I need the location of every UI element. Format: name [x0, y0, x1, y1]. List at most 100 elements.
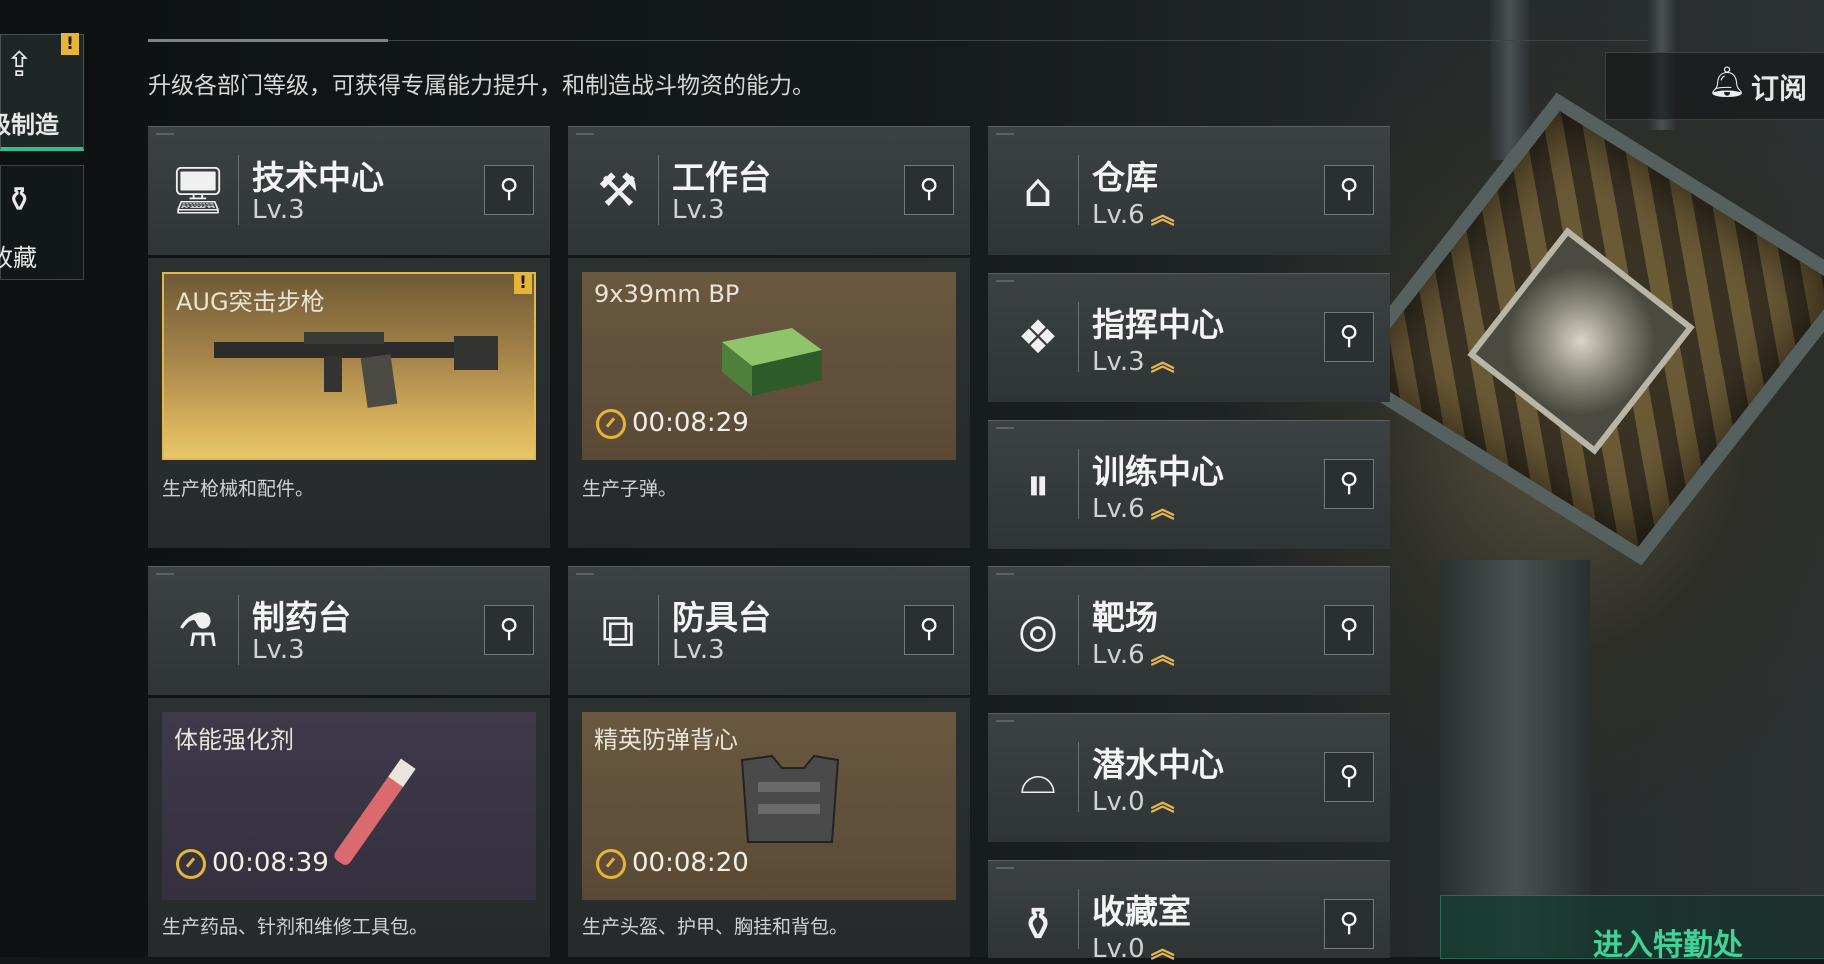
search-icon: ⚲: [499, 614, 519, 644]
sidebar-tab-upgrade-craft[interactable]: ⇪ 级制造 !: [0, 33, 84, 151]
dept-card-diving-center[interactable]: ⌓ 潜水中心 Lv.0 ︽ ⚲: [988, 713, 1390, 842]
search-button[interactable]: ⚲: [1324, 165, 1374, 215]
alert-badge: !: [61, 33, 79, 55]
dept-card-tech-center[interactable]: 🖥︎ 技术中心 Lv.3 ⚲: [148, 126, 550, 255]
production-item-card[interactable]: 精英防弹背心 00:08:20: [582, 712, 956, 900]
diving-mask-icon: ⌓: [1019, 750, 1057, 804]
timer-icon: [596, 848, 626, 879]
dept-level: Lv.6: [1092, 494, 1145, 524]
dept-card-armor-bench[interactable]: ⧉ 防具台 Lv.3 ⚲: [568, 566, 970, 695]
upgrade-available-icon: ︽: [1150, 788, 1175, 816]
search-button[interactable]: ⚲: [904, 165, 954, 215]
dept-name: 潜水中心: [1092, 745, 1224, 784]
production-item-card[interactable]: 9x39mm BP 00:08:29: [582, 272, 956, 460]
dept-name: 技术中心: [252, 158, 384, 197]
search-icon: ⚲: [1339, 614, 1359, 644]
upgrade-available-icon: ︽: [1150, 935, 1175, 963]
search-button[interactable]: ⚲: [1324, 312, 1374, 362]
upgrade-available-icon: ︽: [1150, 641, 1175, 669]
dept-level-row: Lv.6 ︽: [1092, 489, 1175, 524]
search-button[interactable]: ⚲: [1324, 752, 1374, 802]
warehouse-icon: ⌂: [1023, 163, 1053, 217]
search-icon: ⚲: [499, 174, 519, 204]
dept-level: Lv.3: [252, 635, 305, 665]
search-button[interactable]: ⚲: [484, 605, 534, 655]
page-description: 升级各部门等级，可获得专属能力提升，和制造战斗物资的能力。: [148, 73, 815, 99]
dept-level: Lv.6: [1092, 200, 1145, 230]
microscope-icon: ⚗︎: [177, 603, 219, 657]
search-icon: ⚲: [1339, 908, 1359, 938]
dept-card-workbench[interactable]: ⚒︎ 工作台 Lv.3 ⚲: [568, 126, 970, 255]
rifle-image: [214, 332, 498, 408]
header-divider-accent: [148, 39, 388, 42]
timer-icon: [596, 408, 626, 439]
sidebar-tab-collection[interactable]: ⚱ 收藏: [0, 165, 84, 280]
search-button[interactable]: ⚲: [1324, 899, 1374, 949]
enter-special-ops-label: 进入特勤处: [1593, 928, 1743, 963]
timer-icon: [176, 848, 206, 879]
hammer-wrench-icon: ⚒︎: [597, 163, 639, 217]
upgrade-available-icon: ︽: [1150, 348, 1175, 376]
production-description: 生产头盔、护甲、胸挂和背包。: [582, 916, 849, 938]
dept-level: Lv.0: [1092, 787, 1145, 817]
subscribe-label: 订阅: [1751, 72, 1808, 105]
dept-level: Lv.3: [672, 195, 725, 225]
search-icon: ⚲: [919, 174, 939, 204]
production-timer: 00:08:20: [596, 848, 749, 879]
search-icon: ⚲: [1339, 321, 1359, 351]
sidebar-tab-label: 级制造: [0, 111, 59, 139]
enter-special-ops-button[interactable]: 进入特勤处: [1440, 895, 1824, 963]
dept-name: 训练中心: [1092, 452, 1224, 491]
production-timer: 00:08:39: [176, 848, 329, 879]
production-description: 生产枪械和配件。: [162, 478, 315, 500]
dept-level-row: Lv.3 ︽: [1092, 342, 1175, 377]
production-description: 生产药品、针剂和维修工具包。: [162, 916, 429, 938]
search-button[interactable]: ⚲: [904, 605, 954, 655]
sidebar-tab-label: 收藏: [0, 244, 37, 272]
dumbbell-icon: ⏸︎: [1026, 457, 1050, 511]
dept-level: Lv.3: [252, 195, 305, 225]
production-item-card[interactable]: 体能强化剂 00:08:39: [162, 712, 536, 900]
collection-icon: ⚱: [5, 180, 34, 220]
production-item-card[interactable]: AUG突击步枪 !: [162, 272, 536, 460]
dept-name: 工作台: [672, 158, 771, 197]
target-icon: ◎: [1017, 603, 1059, 657]
alert-badge: !: [514, 274, 532, 294]
production-panel-armor-bench[interactable]: 精英防弹背心 00:08:20 生产头盔、护甲、胸挂和背包。: [568, 698, 970, 957]
search-icon: ⚲: [1339, 761, 1359, 791]
subscribe-button[interactable]: 🔔︎ 订阅: [1605, 52, 1824, 120]
search-button[interactable]: ⚲: [1324, 459, 1374, 509]
dept-card-command-center[interactable]: ❖ 指挥中心 Lv.3 ︽ ⚲: [988, 273, 1390, 402]
production-panel-pharmacy[interactable]: 体能强化剂 00:08:39 生产药品、针剂和维修工具包。: [148, 698, 550, 957]
search-button[interactable]: ⚲: [484, 165, 534, 215]
dept-name: 防具台: [672, 598, 771, 637]
dept-card-collection-room[interactable]: ⚱ 收藏室 Lv.0 ︽ ⚲: [988, 860, 1390, 964]
dept-card-shooting-range[interactable]: ◎ 靶场 Lv.6 ︽ ⚲: [988, 566, 1390, 695]
dept-name: 制药台: [252, 598, 351, 637]
dept-level: Lv.3: [672, 635, 725, 665]
search-button[interactable]: ⚲: [1324, 605, 1374, 655]
search-icon: ⚲: [1339, 468, 1359, 498]
production-description: 生产子弹。: [582, 478, 678, 500]
dept-card-training-center[interactable]: ⏸︎ 训练中心 Lv.6 ︽ ⚲: [988, 420, 1390, 549]
dept-card-pharmacy[interactable]: ⚗︎ 制药台 Lv.3 ⚲: [148, 566, 550, 695]
dept-level-row: Lv.0 ︽: [1092, 782, 1175, 817]
timer-text: 00:08:29: [632, 408, 749, 438]
command-icon: ❖: [1017, 310, 1059, 364]
dept-name: 靶场: [1092, 598, 1158, 637]
search-icon: ⚲: [919, 614, 939, 644]
search-icon: ⚲: [1339, 174, 1359, 204]
dept-card-warehouse[interactable]: ⌂ 仓库 Lv.6 ︽ ⚲: [988, 126, 1390, 255]
dept-level-row: Lv.6 ︽: [1092, 635, 1175, 670]
monitor-icon: 🖥︎: [168, 163, 228, 217]
production-timer: 00:08:29: [596, 408, 749, 439]
timer-text: 00:08:20: [632, 848, 749, 878]
trophy-case-icon: ⚱: [1018, 897, 1058, 951]
dept-level: Lv.3: [1092, 347, 1145, 377]
dept-name: 指挥中心: [1092, 305, 1224, 344]
dept-level: Lv.0: [1092, 934, 1145, 964]
production-panel-workbench[interactable]: 9x39mm BP 00:08:29 生产子弹。: [568, 258, 970, 548]
production-panel-tech-center[interactable]: AUG突击步枪 ! 生产枪械和配件。: [148, 258, 550, 548]
timer-text: 00:08:39: [212, 848, 329, 878]
dept-level: Lv.6: [1092, 640, 1145, 670]
